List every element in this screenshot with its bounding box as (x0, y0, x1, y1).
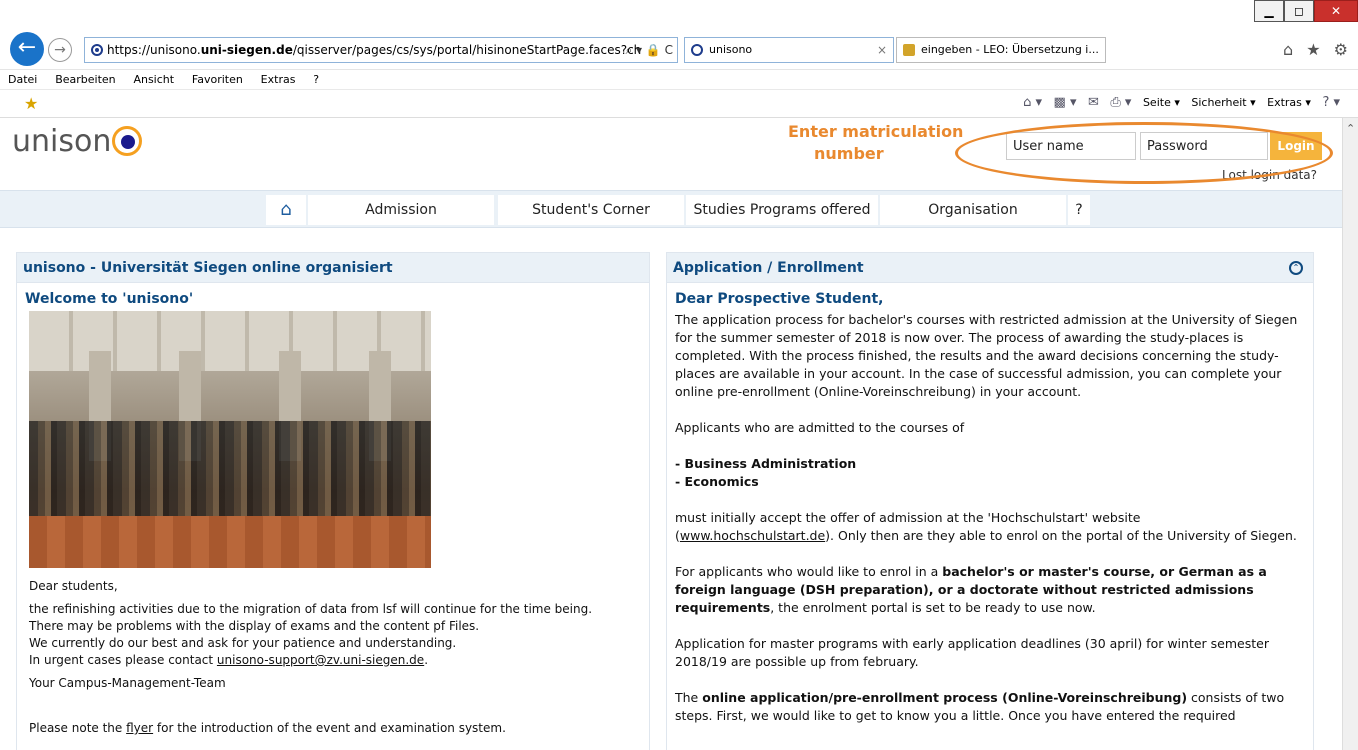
close-icon[interactable]: ✕ (1314, 0, 1358, 22)
contact-suffix: . (424, 653, 429, 667)
notice-line-3: We currently do our best and ask for you… (29, 636, 457, 650)
favorites-star-icon[interactable]: ★ (24, 94, 38, 113)
tab-unisono[interactable]: unisono × (684, 37, 894, 63)
collapse-icon[interactable]: ⌃ (1289, 261, 1303, 275)
password-input[interactable] (1140, 132, 1268, 160)
menu-favoriten[interactable]: Favoriten (184, 70, 249, 86)
nav-studies-programs[interactable]: Studies Programs offered (686, 195, 878, 225)
welcome-heading: Welcome to 'unisono' (25, 291, 194, 307)
unisono-logo[interactable]: unison (12, 124, 143, 159)
nav-help[interactable]: ? (1068, 195, 1090, 225)
home-icon[interactable]: ⌂ ▾ (1023, 95, 1042, 110)
support-email-link[interactable]: unisono-support@zv.uni-siegen.de (217, 653, 424, 667)
menu-bearbeiten[interactable]: Bearbeiten (47, 70, 121, 86)
p6-prefix: The (675, 690, 703, 705)
page-scrollbar[interactable]: ⌃ (1342, 118, 1358, 750)
tab-label: eingeben - LEO: Übersetzung i... (921, 43, 1099, 56)
url-path: /qisserver/pages/cs/sys/portal/hisinoneS… (292, 43, 642, 57)
notice-line-1: the refinishing activities due to the mi… (29, 602, 593, 616)
paragraph-4: For applicants who would like to enrol i… (675, 563, 1303, 617)
address-bar[interactable]: https://unisono.uni-siegen.de/qisserver/… (84, 37, 678, 63)
command-bar: ⌂ ▾ ▩ ▾ ✉ ⎙ ▾ Seite ▾ Sicherheit ▾ Extra… (1015, 95, 1340, 110)
scroll-up-icon[interactable]: ⌃ (1346, 122, 1355, 135)
tab-label: unisono (709, 43, 753, 56)
menu-extras-cmd[interactable]: Extras ▾ (1267, 96, 1311, 109)
menu-ansicht[interactable]: Ansicht (125, 70, 180, 86)
unisono-favicon-icon (691, 44, 703, 56)
welcome-panel: unisono - Universität Siegen online orga… (16, 252, 650, 750)
flyer-prefix: Please note the (29, 721, 127, 735)
flyer-note: Please note the flyer for the introducti… (29, 720, 639, 737)
window-controls: ▁ ◻ ✕ (1254, 0, 1358, 24)
print-icon[interactable]: ⎙ ▾ (1110, 95, 1131, 110)
tab-leo[interactable]: eingeben - LEO: Übersetzung i... (896, 37, 1106, 63)
paragraph-2: Applicants who are admitted to the cours… (675, 420, 965, 435)
forward-arrow-icon[interactable]: → (48, 38, 72, 62)
menu-datei[interactable]: Datei (0, 70, 43, 86)
hochschulstart-link[interactable]: www.hochschulstart.de (680, 528, 825, 543)
menu-help[interactable]: ? (305, 70, 325, 86)
nav-organisation[interactable]: Organisation (880, 195, 1066, 225)
nav-students-corner[interactable]: Student's Corner (498, 195, 684, 225)
flyer-link[interactable]: flyer (126, 721, 153, 735)
contact-prefix: In urgent cases please contact (29, 653, 217, 667)
application-panel: Application / Enrollment ⌃ Dear Prospect… (666, 252, 1314, 750)
favorites-bar: ★ ⌂ ▾ ▩ ▾ ✉ ⎙ ▾ Seite ▾ Sicherheit ▾ Ext… (0, 90, 1358, 118)
url-prefix: https://unisono. (107, 43, 201, 57)
p4-suffix: , the enrolment portal is set to be read… (770, 600, 1096, 615)
p4-prefix: For applicants who would like to enrol i… (675, 564, 943, 579)
notice-text: the refinishing activities due to the mi… (29, 601, 639, 669)
course-list: - Business Administration - Economics (675, 455, 1303, 491)
web-page: unison Enter matriculation number Login … (0, 118, 1342, 750)
application-panel-header: Application / Enrollment ⌃ (667, 253, 1313, 283)
login-button[interactable]: Login (1270, 132, 1322, 160)
annotation-note: Enter matriculation number (788, 121, 978, 165)
notice-line-4: In urgent cases please contact unisono-s… (29, 652, 639, 669)
back-arrow-icon[interactable]: ← (10, 32, 44, 66)
address-tools-icon[interactable]: ⌕ ▾ 🔒 C (625, 38, 673, 62)
menu-sicherheit[interactable]: Sicherheit ▾ (1191, 96, 1255, 109)
tab-close-icon[interactable]: × (877, 38, 887, 62)
logo-text: unison (12, 124, 112, 159)
course-business-administration: - Business Administration (675, 456, 857, 471)
menu-bar: Datei Bearbeiten Ansicht Favoriten Extra… (0, 70, 1358, 90)
signature: Your Campus-Management-Team (29, 676, 226, 690)
application-panel-title: Application / Enrollment (673, 260, 864, 276)
annotation-line-1: Enter matriculation (788, 122, 964, 141)
url-host: uni-siegen.de (200, 43, 293, 57)
help-icon[interactable]: ? ▾ (1322, 95, 1340, 110)
paragraph-3: must initially accept the offer of admis… (675, 509, 1303, 545)
paragraph-5: Application for master programs with ear… (675, 636, 1269, 669)
maximize-icon[interactable]: ◻ (1284, 0, 1314, 22)
flyer-suffix: for the introduction of the event and ex… (153, 721, 506, 735)
dear-students: Dear students, (29, 579, 118, 593)
paragraph-6: The online application/pre-enrollment pr… (675, 689, 1303, 725)
lost-login-link[interactable]: Lost login data? (1222, 168, 1317, 182)
site-favicon-icon (91, 44, 103, 56)
notice-line-2: There may be problems with the display o… (29, 619, 480, 633)
browser-titlebar: ← → https://unisono.uni-siegen.de/qisser… (0, 0, 1358, 70)
course-economics: - Economics (675, 474, 759, 489)
campus-hall-photo (29, 311, 431, 568)
greeting-heading: Dear Prospective Student, (675, 291, 884, 307)
rss-feed-icon[interactable]: ▩ ▾ (1054, 95, 1077, 110)
minimize-icon[interactable]: ▁ (1254, 0, 1284, 22)
paragraph-1: The application process for bachelor's c… (675, 312, 1298, 399)
nav-admission[interactable]: Admission (308, 195, 494, 225)
p3-suffix: ). Only then are they able to enrol on t… (825, 528, 1297, 543)
annotation-line-2: number (814, 144, 884, 163)
main-navigation: ⌂ Admission Student's Corner Studies Pro… (0, 190, 1342, 228)
username-input[interactable] (1006, 132, 1136, 160)
welcome-panel-title: unisono - Universität Siegen online orga… (17, 253, 649, 283)
home-icon[interactable]: ⌂ (266, 195, 306, 225)
menu-extras[interactable]: Extras (253, 70, 302, 86)
home-favorites-settings-icons[interactable]: ⌂ ★ ⚙ (1283, 40, 1352, 59)
mail-icon[interactable]: ✉ (1088, 95, 1099, 110)
logo-dot-icon (112, 126, 143, 156)
menu-seite[interactable]: Seite ▾ (1143, 96, 1180, 109)
leo-favicon-icon (903, 44, 915, 56)
p6-bold: online application/pre-enrollment proces… (702, 690, 1188, 705)
